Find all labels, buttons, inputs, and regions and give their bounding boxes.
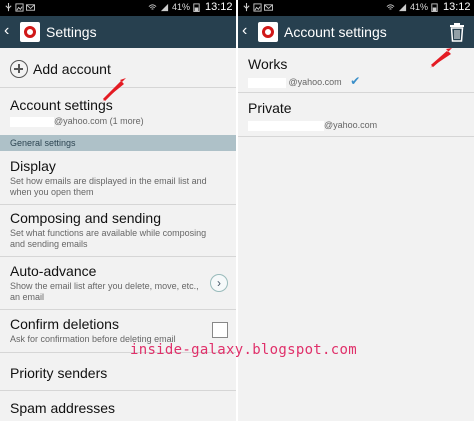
clock: 13:12 [443, 1, 471, 13]
divider [0, 309, 236, 310]
signal-icon [398, 3, 407, 12]
priority-senders-item[interactable]: Priority senders [0, 365, 236, 381]
redacted-email [248, 77, 286, 88]
item-title: Auto-advance [10, 263, 97, 279]
email-notification-icon [264, 4, 273, 11]
action-bar: ‹ Settings [0, 16, 236, 48]
item-title: Priority senders [10, 365, 108, 381]
item-title: Confirm deletions [10, 316, 119, 332]
back-chevron-icon[interactable]: ‹ [242, 22, 247, 40]
account-settings-subtitle: @yahoo.com (1 more) [54, 116, 144, 126]
action-bar: ‹ Account settings [238, 16, 474, 48]
item-desc: Set how emails are displayed in the emai… [10, 176, 207, 197]
picture-icon [253, 3, 262, 12]
back-chevron-icon[interactable]: ‹ [4, 22, 9, 40]
account-name: Private [248, 100, 292, 116]
account-item-private[interactable]: Private @yahoo.com [238, 100, 474, 131]
divider [0, 204, 236, 205]
usb-icon [5, 3, 12, 12]
divider [238, 136, 474, 137]
redacted-email [10, 116, 54, 127]
battery-percent: 41% [172, 2, 191, 12]
check-icon: ✔ [350, 74, 361, 88]
battery-icon [431, 3, 438, 12]
status-bar: 41% 13:12 [0, 0, 236, 16]
picture-icon [15, 3, 24, 12]
wifi-icon [386, 4, 395, 10]
redacted-email [248, 120, 324, 131]
usb-icon [243, 3, 250, 12]
wifi-icon [148, 4, 157, 10]
email-notification-icon [26, 4, 35, 11]
battery-icon [193, 3, 200, 12]
item-title: Display [10, 158, 56, 174]
add-account-label: Add account [33, 61, 111, 77]
chevron-right-icon[interactable]: › [210, 274, 228, 292]
section-header-general: General settings [0, 135, 236, 151]
status-bar: 41% 13:12 [238, 0, 474, 16]
account-email: @yahoo.com [288, 77, 342, 87]
pointer-arrow-icon [102, 78, 126, 102]
pointer-arrow-icon [430, 48, 452, 68]
divider [0, 256, 236, 257]
item-title: Composing and sending [10, 210, 161, 226]
signal-icon [160, 3, 169, 12]
delete-trash-icon[interactable] [448, 22, 466, 42]
account-email: @yahoo.com [324, 120, 378, 130]
item-title: Spam addresses [10, 400, 116, 416]
email-app-icon[interactable] [258, 22, 278, 42]
auto-advance-item[interactable]: Auto-advance Show the email list after y… [0, 263, 236, 303]
confirm-deletions-item[interactable]: Confirm deletions Ask for confirmation b… [0, 316, 236, 345]
page-title: Settings [46, 24, 97, 40]
divider [238, 92, 474, 93]
page-title: Account settings [284, 24, 387, 40]
composing-sending-item[interactable]: Composing and sending Set what functions… [0, 210, 236, 250]
spam-addresses-item[interactable]: Spam addresses [0, 400, 236, 416]
display-item[interactable]: Display Set how emails are displayed in … [0, 158, 236, 198]
confirm-deletions-checkbox[interactable] [212, 322, 228, 338]
email-app-icon[interactable] [20, 22, 40, 42]
watermark-text: inside-galaxy.blogspot.com [130, 342, 357, 358]
item-desc: Show the email list after you delete, mo… [10, 281, 199, 302]
battery-percent: 41% [410, 2, 429, 12]
item-desc: Set what functions are available while c… [10, 228, 207, 249]
clock: 13:12 [205, 1, 233, 13]
divider [0, 390, 236, 391]
